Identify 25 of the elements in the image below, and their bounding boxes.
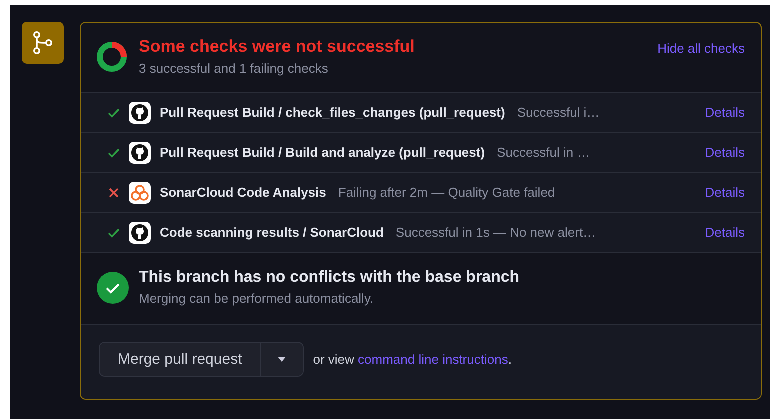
merge-button[interactable]: Merge pull request bbox=[100, 343, 262, 376]
instructions-text: or view command line instructions. bbox=[313, 352, 512, 367]
merge-options-button[interactable] bbox=[261, 343, 304, 376]
success-check-icon bbox=[97, 272, 129, 304]
status-donut-icon bbox=[95, 40, 129, 74]
check-name: Pull Request Build / Build and analyze (pull_request) bbox=[160, 145, 486, 160]
check-name: Pull Request Build / check_files_changes (pull_request) bbox=[160, 105, 506, 120]
branch-icon bbox=[32, 31, 54, 55]
check-description: Failing after 2m — Quality Gate failed bbox=[338, 185, 556, 200]
command-line-link[interactable]: command line instructions bbox=[358, 352, 508, 367]
merge-status-note: Merging can be performed automatically. bbox=[139, 291, 375, 306]
check-description: Successful i… bbox=[517, 105, 601, 120]
check-name: SonarCloud Code Analysis bbox=[160, 185, 326, 200]
merge-status-title: This branch has no conflicts with the base branch bbox=[139, 269, 520, 287]
caret-icon bbox=[277, 356, 288, 362]
check-description: Successful in 1s — No new alert… bbox=[396, 225, 598, 240]
details-link[interactable]: Details bbox=[705, 225, 745, 240]
details-link[interactable]: Details bbox=[705, 185, 745, 200]
details-link[interactable]: Details bbox=[705, 145, 745, 160]
check-description: Successful in … bbox=[497, 145, 592, 160]
checks-title: Some checks were not successful bbox=[139, 37, 416, 57]
check-name: Code scanning results / SonarCloud bbox=[160, 225, 384, 240]
hide-checks-link[interactable]: Hide all checks bbox=[658, 41, 745, 56]
details-link[interactable]: Details bbox=[705, 105, 745, 120]
checks-summary: 3 successful and 1 failing checks bbox=[139, 61, 330, 76]
